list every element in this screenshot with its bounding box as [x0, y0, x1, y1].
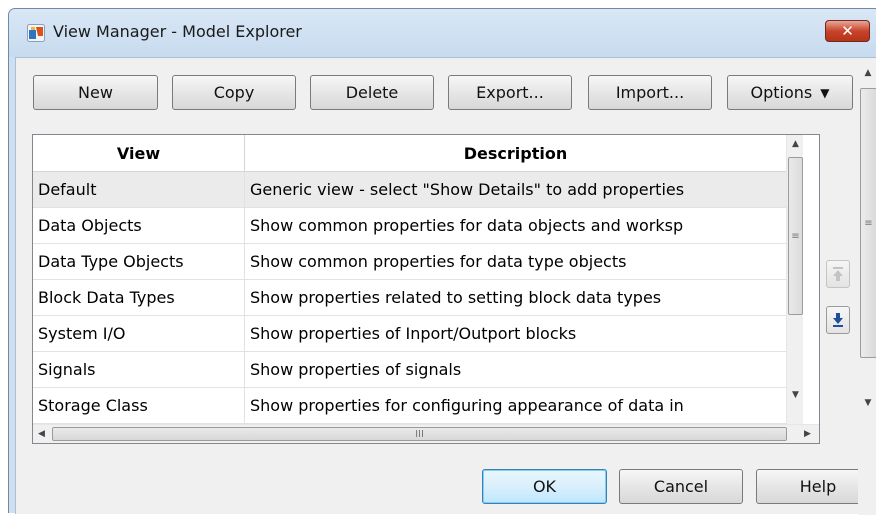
description-cell: Generic view - select "Show Details" to …	[250, 180, 685, 199]
view-cell: Data Type Objects	[33, 244, 245, 280]
move-up-icon	[833, 267, 843, 281]
options-dropdown-button[interactable]: Options ▼	[727, 75, 853, 110]
scroll-up-arrow-icon[interactable]: ▲	[858, 64, 876, 82]
export-button[interactable]: Export...	[448, 75, 572, 110]
delete-button[interactable]: Delete	[310, 75, 434, 110]
view-cell: Default	[33, 172, 245, 208]
description-cell: Show properties related to setting block…	[250, 288, 662, 307]
view-cell: Signals	[33, 352, 245, 388]
view-cell: Storage Class	[33, 388, 245, 424]
move-down-button[interactable]	[826, 306, 850, 334]
scroll-down-arrow-icon[interactable]: ▼	[787, 386, 804, 403]
table-row[interactable]: Signals Show properties of signals	[33, 352, 786, 388]
table-row[interactable]: System I/O Show properties of Inport/Out…	[33, 316, 786, 352]
description-cell: Show properties of signals	[250, 360, 462, 379]
copy-button[interactable]: Copy	[172, 75, 296, 110]
grip-icon: III	[415, 428, 424, 440]
table-row[interactable]: Data Objects Show common properties for …	[33, 208, 786, 244]
close-button[interactable]: ✕	[825, 20, 870, 42]
description-cell: Show properties of Inport/Outport blocks	[250, 324, 577, 343]
window-vertical-scroll-thumb[interactable]: ≡	[860, 88, 876, 358]
window-title: View Manager - Model Explorer	[53, 22, 302, 41]
description-cell: Show common properties for data objects …	[250, 216, 684, 235]
description-cell: Show properties for configuring appearan…	[250, 396, 684, 415]
view-cell: Data Objects	[33, 208, 245, 244]
import-button[interactable]: Import...	[588, 75, 712, 110]
options-label: Options	[750, 83, 813, 102]
simulink-app-icon	[27, 24, 45, 42]
table-row[interactable]: Storage Class Show properties for config…	[33, 388, 786, 424]
table-vertical-scroll-thumb[interactable]: ≡	[788, 157, 803, 315]
scroll-up-arrow-icon[interactable]: ▲	[787, 135, 804, 152]
grip-icon: ≡	[864, 217, 873, 229]
table-row[interactable]: Block Data Types Show properties related…	[33, 280, 786, 316]
column-header-description[interactable]: Description	[245, 135, 786, 172]
view-cell: Block Data Types	[33, 280, 245, 316]
description-cell: Show common properties for data type obj…	[250, 252, 627, 271]
window-vertical-scrollbar[interactable]: ▲ ≡ ▼	[858, 64, 876, 515]
chevron-down-icon: ▼	[820, 85, 830, 100]
scroll-right-arrow-icon[interactable]: ▶	[799, 425, 816, 443]
new-button[interactable]: New	[33, 75, 158, 110]
ok-button[interactable]: OK	[482, 469, 607, 504]
table-header: View Description	[33, 135, 786, 172]
grip-icon: ≡	[791, 230, 800, 242]
table-horizontal-scroll-thumb[interactable]: III	[52, 427, 787, 441]
move-up-button[interactable]	[826, 260, 850, 288]
cancel-button[interactable]: Cancel	[619, 469, 743, 504]
title-bar[interactable]: View Manager - Model Explorer ✕	[9, 9, 876, 57]
table-horizontal-scrollbar[interactable]: ◀ III ▶	[33, 424, 819, 443]
column-header-view[interactable]: View	[33, 135, 245, 172]
table-row[interactable]: Data Type Objects Show common properties…	[33, 244, 786, 280]
scroll-left-arrow-icon[interactable]: ◀	[33, 425, 50, 443]
client-area: New Copy Delete Export... Import... Opti…	[15, 57, 876, 515]
view-manager-window: View Manager - Model Explorer ✕ New Copy…	[8, 8, 876, 515]
move-down-icon	[833, 313, 843, 327]
table-vertical-scrollbar[interactable]: ▲ ≡ ▼	[786, 135, 803, 424]
scroll-down-arrow-icon[interactable]: ▼	[858, 394, 876, 412]
view-cell: System I/O	[33, 316, 245, 352]
table-row[interactable]: Default Generic view - select "Show Deta…	[33, 172, 786, 208]
views-table[interactable]: View Description Default Generic view - …	[32, 134, 820, 444]
